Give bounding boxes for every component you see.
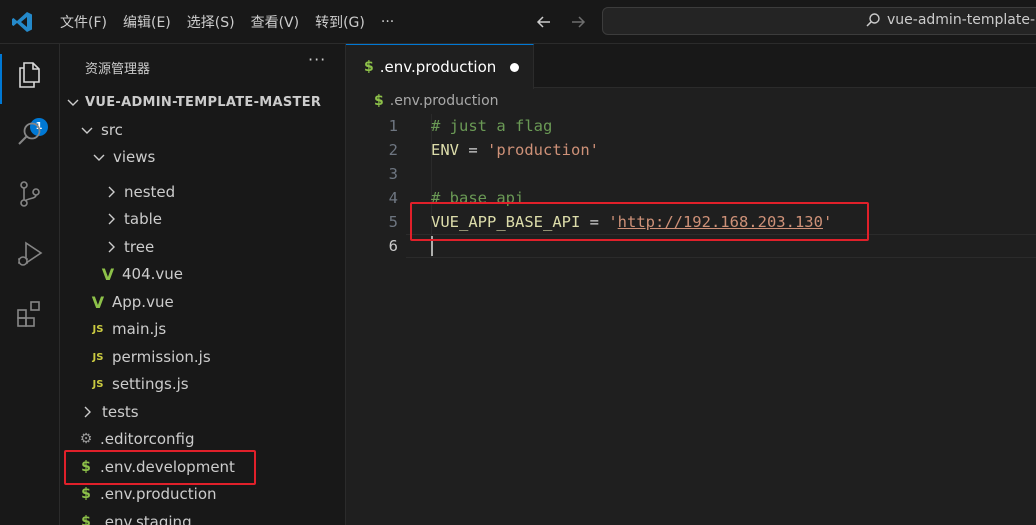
sidebar-more-button[interactable]: ··· xyxy=(308,50,326,69)
nav-arrows xyxy=(534,12,588,32)
line-number: 6 xyxy=(388,237,398,255)
run-debug-icon[interactable] xyxy=(14,238,46,270)
menu-view[interactable]: 查看(V) xyxy=(243,12,308,32)
menu-selection[interactable]: 选择(S) xyxy=(179,12,243,32)
menu-edit[interactable]: 编辑(E) xyxy=(115,12,179,32)
tree-item-tree[interactable]: tree xyxy=(60,234,345,260)
tree-item-label: settings.js xyxy=(112,375,189,393)
breadcrumb-file[interactable]: .env.production xyxy=(390,93,499,109)
tree-item-label: tree xyxy=(124,238,155,256)
tab-label: .env.production xyxy=(379,58,497,76)
source-control-icon[interactable] xyxy=(14,178,46,210)
activity-bar: 1 xyxy=(0,44,60,525)
unsaved-dot-icon[interactable] xyxy=(510,62,520,72)
chevron-down-icon xyxy=(93,154,105,161)
extensions-icon[interactable] xyxy=(14,298,46,330)
vue-file-icon: V xyxy=(91,292,105,312)
back-arrow-icon[interactable] xyxy=(534,12,554,32)
menu-go[interactable]: 转到(G) xyxy=(307,12,373,32)
dollar-file-icon: $ xyxy=(364,59,374,75)
env-value: 'production' xyxy=(487,141,599,159)
tree-item-tests[interactable]: tests xyxy=(60,399,345,425)
tree-item-label: .env.staging xyxy=(100,513,192,525)
tree-item-label: 404.vue xyxy=(122,265,184,283)
javascript-file-icon: JS xyxy=(92,351,104,363)
env-key: ENV xyxy=(431,141,459,159)
code-line: 2 ENV = 'production' xyxy=(346,138,1036,162)
tree-item-label: .editorconfig xyxy=(100,430,195,448)
tree-item-label: main.js xyxy=(112,320,167,338)
command-center-search[interactable]: vue-admin-template-m xyxy=(602,7,1036,35)
tree-item-label: .env.production xyxy=(100,485,217,503)
tree-item-label: tests xyxy=(102,403,139,421)
menu-bar: 文件(F) 编辑(E) 选择(S) 查看(V) 转到(G) ··· xyxy=(52,0,402,44)
line-number: 4 xyxy=(388,189,398,207)
tree-item-app-vue[interactable]: V App.vue xyxy=(60,289,345,315)
tab-env-production[interactable]: $ .env.production xyxy=(346,44,534,89)
sidebar-title: 资源管理器 xyxy=(85,62,151,77)
dollar-file-icon: $ xyxy=(81,514,91,525)
tree-item-nested[interactable]: nested xyxy=(60,179,345,205)
annotation-box-base-api xyxy=(410,202,869,241)
tree-item-settings-js[interactable]: JS settings.js xyxy=(60,371,345,397)
menu-more[interactable]: ··· xyxy=(373,14,402,30)
search-icon xyxy=(866,13,880,27)
tree-item-label: table xyxy=(124,210,162,228)
chevron-right-icon xyxy=(108,186,115,198)
javascript-file-icon: JS xyxy=(92,378,104,390)
line-number: 1 xyxy=(388,117,398,135)
vscode-logo-icon[interactable] xyxy=(10,10,34,34)
tree-item-404-vue[interactable]: V 404.vue xyxy=(60,261,345,287)
chevron-right-icon xyxy=(84,406,91,418)
code-line: 3 xyxy=(346,162,1036,186)
chevron-down-icon xyxy=(67,99,79,106)
code-line: 1 # just a flag xyxy=(346,114,1036,138)
tree-item-views[interactable]: views xyxy=(60,144,345,170)
menu-file[interactable]: 文件(F) xyxy=(52,12,115,32)
line-number: 5 xyxy=(388,213,398,231)
tree-item-label: views xyxy=(113,148,156,166)
dollar-file-icon: $ xyxy=(81,486,91,502)
title-bar: 文件(F) 编辑(E) 选择(S) 查看(V) 转到(G) ··· vue-ad… xyxy=(0,0,1036,44)
tree-item-permission-js[interactable]: JS permission.js xyxy=(60,344,345,370)
active-indicator xyxy=(0,54,2,104)
annotation-box-env-development xyxy=(64,450,256,485)
tree-item-label: nested xyxy=(124,183,176,201)
tree-item-table[interactable]: table xyxy=(60,206,345,232)
vue-file-icon: V xyxy=(101,264,115,284)
tree-root-folder[interactable]: VUE-ADMIN-TEMPLATE-MASTER xyxy=(60,89,345,115)
search-text: vue-admin-template-m xyxy=(887,12,1036,28)
line-number: 3 xyxy=(388,165,398,183)
line-number: 2 xyxy=(388,141,398,159)
editor-area: $ .env.production $ .env.production 1 # … xyxy=(346,44,1036,525)
tree-item-main-js[interactable]: JS main.js xyxy=(60,316,345,342)
code-text: ENV = 'production' xyxy=(431,138,599,162)
javascript-file-icon: JS xyxy=(92,323,104,335)
operator: = xyxy=(459,141,487,159)
chevron-down-icon xyxy=(81,127,93,134)
code-editor[interactable]: 1 # just a flag 2 ENV = 'production' 3 4… xyxy=(346,114,1036,525)
chevron-right-icon xyxy=(108,213,115,225)
tree-item-label: App.vue xyxy=(112,293,174,311)
explorer-icon[interactable] xyxy=(14,58,46,90)
root-folder-label: VUE-ADMIN-TEMPLATE-MASTER xyxy=(85,94,322,110)
tree-item-src[interactable]: src xyxy=(60,117,345,143)
tree-item-editorconfig[interactable]: ⚙ .editorconfig xyxy=(60,426,345,452)
tree-item-label: permission.js xyxy=(112,348,211,366)
tab-bar: $ .env.production xyxy=(346,44,1036,89)
search-view-icon[interactable] xyxy=(14,118,46,150)
gear-icon: ⚙ xyxy=(79,431,93,447)
code-text: # just a flag xyxy=(431,117,553,135)
dollar-file-icon: $ xyxy=(374,93,384,109)
breadcrumb: $ .env.production xyxy=(374,93,499,109)
tree-item-label: src xyxy=(101,121,123,139)
forward-arrow-icon[interactable] xyxy=(568,12,588,32)
chevron-right-icon xyxy=(108,241,115,253)
tree-item-env-staging[interactable]: $ .env.staging xyxy=(60,509,345,525)
